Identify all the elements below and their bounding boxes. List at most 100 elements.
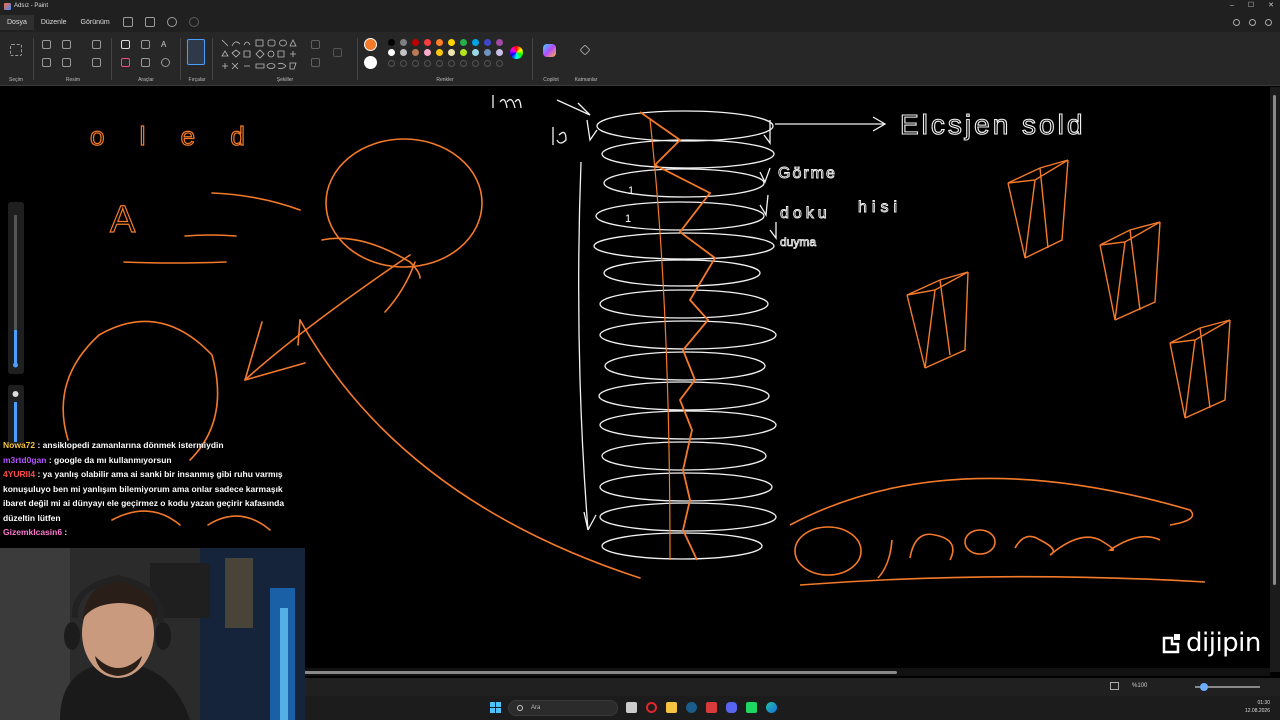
- horizontal-scroll-thumb[interactable]: [302, 671, 897, 674]
- palette-color-swatch[interactable]: [484, 49, 491, 56]
- group-shapes-label: Şekiller: [276, 77, 294, 83]
- custom-color-slot[interactable]: [424, 60, 431, 67]
- custom-color-slot[interactable]: [412, 60, 419, 67]
- active-color-swatch[interactable]: [364, 38, 377, 51]
- file-explorer-icon[interactable]: [626, 702, 637, 713]
- menu-file[interactable]: Dosya: [0, 14, 34, 30]
- copilot-icon[interactable]: [543, 44, 556, 57]
- handwriting-duyma: duyma: [780, 235, 816, 249]
- pencil-icon[interactable]: [121, 40, 130, 49]
- close-button[interactable]: ✕: [1268, 0, 1274, 12]
- outline-icon[interactable]: [311, 40, 320, 49]
- custom-color-slot[interactable]: [448, 60, 455, 67]
- brush-icon[interactable]: [187, 39, 205, 65]
- left-slider: [8, 202, 24, 445]
- palette-color-swatch[interactable]: [388, 49, 395, 56]
- taskbar-search[interactable]: Ara: [508, 700, 618, 716]
- zoom-slider-knob[interactable]: [1200, 683, 1208, 691]
- group-tools: A Araçlar: [114, 32, 178, 86]
- chat-app-icon[interactable]: [746, 702, 757, 713]
- edge-icon[interactable]: [766, 702, 777, 713]
- group-layers-label: Katmanlar: [574, 77, 598, 83]
- orange-boxes-right: [906, 159, 1231, 419]
- custom-color-slot[interactable]: [496, 60, 503, 67]
- custom-color-slot[interactable]: [472, 60, 479, 67]
- remove-background-icon[interactable]: [92, 58, 101, 67]
- palette-color-swatch[interactable]: [460, 39, 467, 46]
- group-colors-label: Renkler: [436, 77, 454, 83]
- zoom-level[interactable]: %100: [1132, 683, 1147, 689]
- select-rectangle-icon[interactable]: [10, 44, 22, 56]
- custom-color-slot[interactable]: [460, 60, 467, 67]
- taskbar-clock[interactable]: 01:30 12.08.2026: [1245, 699, 1270, 715]
- palette-color-swatch[interactable]: [388, 39, 395, 46]
- eraser-icon[interactable]: [121, 58, 130, 67]
- redo-icon[interactable]: [188, 17, 199, 27]
- vertical-scroll-thumb[interactable]: [1273, 95, 1276, 585]
- opera-icon[interactable]: [646, 702, 657, 713]
- palette-color-swatch[interactable]: [400, 49, 407, 56]
- crop-icon[interactable]: [42, 40, 51, 49]
- clock-time: 01:30: [1257, 700, 1270, 706]
- chat-username: Nowa72: [3, 440, 36, 450]
- flip-icon[interactable]: [62, 58, 71, 67]
- fill-shape-icon[interactable]: [311, 58, 320, 67]
- ribbon-divider: [212, 38, 213, 80]
- webcam-overlay: [0, 548, 305, 720]
- palette-color-swatch[interactable]: [484, 39, 491, 46]
- share-icon[interactable]: [144, 17, 155, 27]
- ribbon-toolbar: Seçim Resim A Araçlar Fırçalar Şekiller …: [0, 32, 1280, 86]
- save-icon[interactable]: [122, 17, 133, 27]
- vertical-scrollbar[interactable]: [1270, 87, 1280, 672]
- feedback-icon[interactable]: [1233, 18, 1240, 26]
- magnifier-icon[interactable]: [161, 58, 170, 67]
- custom-color-slot[interactable]: [388, 60, 395, 67]
- group-shapes: Şekiller: [215, 32, 355, 86]
- horizontal-scrollbar[interactable]: [300, 668, 1270, 676]
- account-icon[interactable]: [1249, 18, 1256, 26]
- chat-text: : google da mı kullanmıyorsun: [46, 454, 172, 465]
- ribbon-divider: [357, 38, 358, 80]
- custom-color-slot[interactable]: [436, 60, 443, 67]
- menu-edit[interactable]: Düzenle: [34, 19, 74, 26]
- edit-colors-icon[interactable]: [510, 46, 523, 59]
- discord-icon[interactable]: [726, 702, 737, 713]
- rotate-icon[interactable]: [92, 40, 101, 49]
- fit-to-window-icon[interactable]: [1110, 682, 1119, 690]
- calendar-icon[interactable]: [706, 702, 717, 713]
- maximize-button[interactable]: ☐: [1248, 0, 1254, 12]
- resize-icon[interactable]: [62, 40, 71, 49]
- palette-color-swatch[interactable]: [448, 39, 455, 46]
- palette-color-swatch[interactable]: [496, 49, 503, 56]
- windows-start-icon[interactable]: [490, 702, 502, 714]
- image-icon[interactable]: [42, 58, 51, 67]
- palette-color-swatch[interactable]: [424, 39, 431, 46]
- palette-color-swatch[interactable]: [448, 49, 455, 56]
- size-icon[interactable]: [333, 48, 342, 57]
- steam-icon[interactable]: [686, 702, 697, 713]
- text-icon[interactable]: A: [161, 40, 170, 49]
- layers-icon[interactable]: [579, 44, 591, 56]
- fill-icon[interactable]: [141, 40, 150, 49]
- custom-color-slot[interactable]: [484, 60, 491, 67]
- menu-view[interactable]: Görünüm: [74, 19, 117, 26]
- secondary-color-swatch[interactable]: [364, 56, 377, 69]
- palette-color-swatch[interactable]: [412, 49, 419, 56]
- palette-color-swatch[interactable]: [436, 49, 443, 56]
- palette-color-swatch[interactable]: [496, 39, 503, 46]
- palette-color-swatch[interactable]: [472, 39, 479, 46]
- color-picker-icon[interactable]: [141, 58, 150, 67]
- palette-color-swatch[interactable]: [400, 39, 407, 46]
- palette-color-swatch[interactable]: [412, 39, 419, 46]
- settings-icon[interactable]: [1265, 18, 1272, 26]
- palette-color-swatch[interactable]: [460, 49, 467, 56]
- custom-color-slot[interactable]: [400, 60, 407, 67]
- window-controls: – ☐ ✕: [1230, 0, 1274, 12]
- undo-icon[interactable]: [166, 17, 177, 27]
- palette-color-swatch[interactable]: [472, 49, 479, 56]
- shapes-gallery-icon[interactable]: [220, 38, 310, 78]
- palette-color-swatch[interactable]: [436, 39, 443, 46]
- folder-icon[interactable]: [666, 702, 677, 713]
- palette-color-swatch[interactable]: [424, 49, 431, 56]
- minimize-button[interactable]: –: [1230, 0, 1234, 12]
